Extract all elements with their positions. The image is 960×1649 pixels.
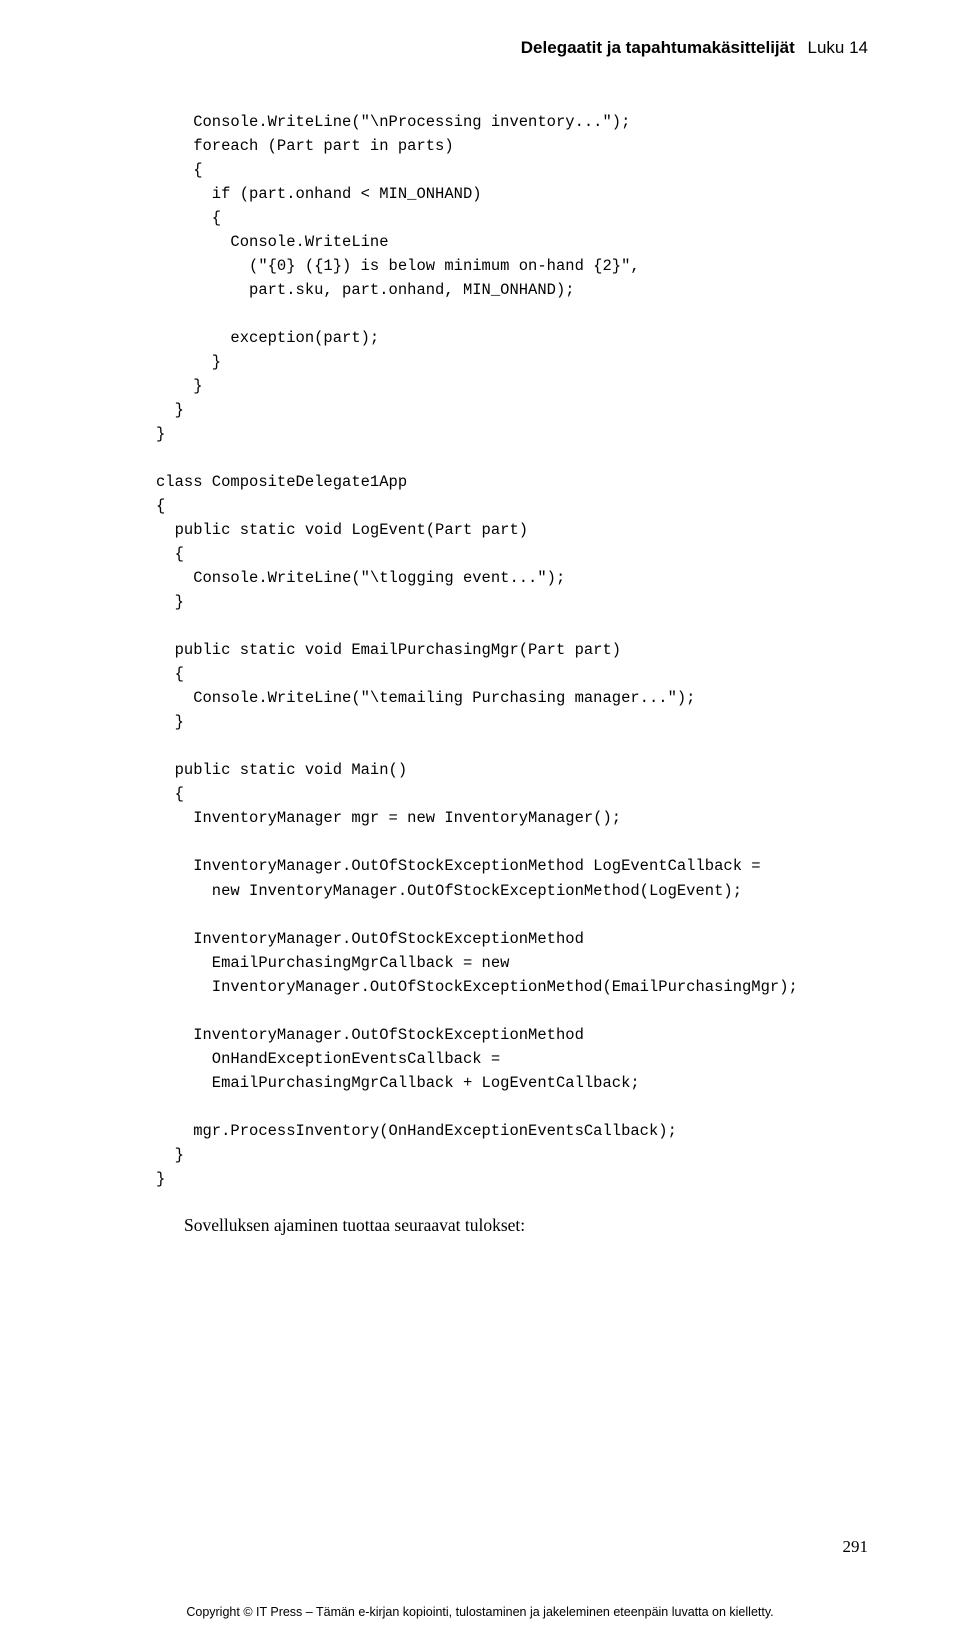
header-title: Delegaatit ja tapahtumakäsittelijät: [521, 38, 795, 57]
page: Delegaatit ja tapahtumakäsittelijät Luku…: [0, 0, 960, 1649]
header-chapter: Luku 14: [808, 38, 869, 57]
code-block: Console.WriteLine("\nProcessing inventor…: [156, 110, 868, 1191]
page-header: Delegaatit ja tapahtumakäsittelijät Luku…: [156, 38, 868, 58]
copyright-footer: Copyright © IT Press – Tämän e-kirjan ko…: [0, 1605, 960, 1619]
page-number: 291: [843, 1537, 869, 1557]
result-text: Sovelluksen ajaminen tuottaa seuraavat t…: [184, 1215, 868, 1236]
